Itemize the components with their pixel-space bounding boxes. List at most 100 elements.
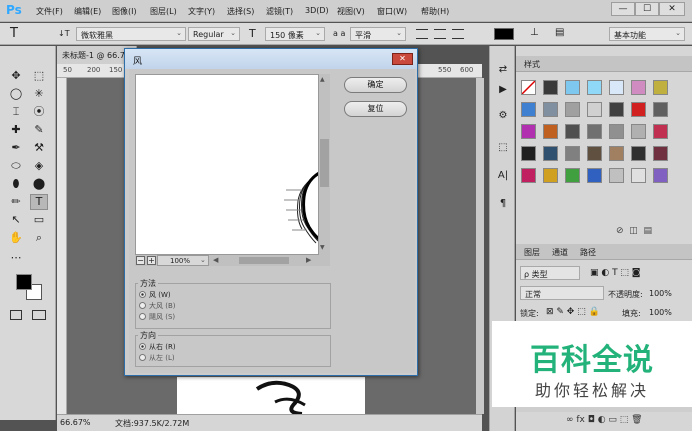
method-option-stagger[interactable]: 飓风 (S) <box>139 312 175 322</box>
preview-zoom-field[interactable]: 100% ⌄ <box>157 255 209 266</box>
history-icon[interactable]: ⇄ <box>494 62 512 78</box>
character-panel-icon[interactable]: ▤ <box>555 27 564 38</box>
workspace-select[interactable]: 基本功能 ⌄ <box>609 27 685 41</box>
tab-layers[interactable]: 图层 <box>524 247 540 258</box>
menu-view[interactable]: 视图(V) <box>337 6 365 17</box>
align-left-icon[interactable] <box>416 29 428 39</box>
scroll-right-icon[interactable]: ▶ <box>306 256 311 264</box>
minimize-button[interactable]: — <box>611 2 635 16</box>
method-option-wind[interactable]: 风 (W) <box>139 290 171 300</box>
maximize-button[interactable]: ☐ <box>635 2 659 16</box>
style-swatch[interactable] <box>565 146 580 161</box>
style-swatch[interactable] <box>609 168 624 183</box>
tab-paths[interactable]: 路径 <box>580 247 596 258</box>
stamp-tool-icon[interactable]: ✒ <box>7 140 25 156</box>
style-swatch[interactable] <box>653 102 668 117</box>
style-swatch[interactable] <box>543 168 558 183</box>
opacity-value[interactable]: 100% <box>649 289 672 298</box>
filter-preview[interactable] <box>135 74 319 255</box>
menu-image[interactable]: 图像(I) <box>112 6 137 17</box>
menu-3d[interactable]: 3D(D) <box>305 6 329 15</box>
zoom-out-button[interactable]: − <box>136 256 145 265</box>
dialog-titlebar[interactable]: 风 ✕ <box>125 49 417 69</box>
style-swatch[interactable] <box>653 168 668 183</box>
healing-tool-icon[interactable]: ✚ <box>7 122 25 138</box>
style-swatch[interactable] <box>653 80 668 95</box>
layers-footer-icons[interactable]: ∞ fx ◘ ◐ ▭ ⬚ 🗑 <box>566 415 643 425</box>
tab-channels[interactable]: 通道 <box>552 247 568 258</box>
warp-text-icon[interactable]: ⊥ <box>530 27 539 38</box>
fill-value[interactable]: 100% <box>649 308 672 317</box>
document-canvas[interactable] <box>177 377 365 416</box>
scroll-left-icon[interactable]: ◀ <box>213 256 218 264</box>
style-swatch[interactable] <box>631 124 646 139</box>
text-orientation-icon[interactable]: ↓T <box>58 29 70 38</box>
more-tools-icon[interactable]: ⋯ <box>7 250 25 266</box>
magic-wand-tool-icon[interactable]: ✳ <box>30 86 48 102</box>
style-swatch[interactable] <box>653 124 668 139</box>
align-center-icon[interactable] <box>434 29 446 39</box>
style-swatch[interactable] <box>631 168 646 183</box>
text-color-swatch[interactable] <box>494 28 514 40</box>
crop-tool-icon[interactable]: ⌶ <box>7 104 25 120</box>
style-swatch[interactable] <box>565 80 580 95</box>
dodge-tool-icon[interactable]: ⬤ <box>30 176 48 192</box>
style-swatch[interactable] <box>521 80 536 95</box>
menu-type[interactable]: 文字(Y) <box>188 6 215 17</box>
eyedropper-tool-icon[interactable]: ⦿ <box>30 104 48 120</box>
canvas-vertical-scrollbar[interactable] <box>476 78 484 414</box>
document-size-info[interactable]: 文档:937.5K/2.72M <box>115 418 189 429</box>
style-swatch[interactable] <box>521 146 536 161</box>
scroll-down-icon[interactable]: ▼ <box>320 244 325 251</box>
move-tool-icon[interactable]: ✥ <box>7 68 25 84</box>
style-swatch[interactable] <box>587 124 602 139</box>
paragraph-icon[interactable]: ¶ <box>494 196 512 212</box>
gradient-tool-icon[interactable]: ◈ <box>30 158 48 174</box>
menu-filter[interactable]: 滤镜(T) <box>266 6 293 17</box>
menu-layer[interactable]: 图层(L) <box>150 6 177 17</box>
character-icon[interactable]: A| <box>494 168 512 184</box>
blend-mode-select[interactable]: 正常 <box>520 286 604 300</box>
scrollbar-thumb[interactable] <box>320 139 329 187</box>
reset-button[interactable]: 复位 <box>344 101 407 117</box>
antialias-select[interactable]: 平滑 ⌄ <box>350 27 406 41</box>
brush-tool-icon[interactable]: ✎ <box>30 122 48 138</box>
style-swatch[interactable] <box>521 102 536 117</box>
preview-vertical-scrollbar[interactable]: ▲ ▼ <box>319 74 330 255</box>
zoom-in-button[interactable]: + <box>147 256 156 265</box>
properties-icon[interactable]: ⚙ <box>494 108 512 124</box>
style-swatch[interactable] <box>587 80 602 95</box>
type-tool-preset-icon[interactable]: T <box>10 26 18 41</box>
layer-kind-filter[interactable]: ρ 类型 <box>520 266 580 280</box>
foreground-color-swatch[interactable] <box>16 274 32 290</box>
menu-window[interactable]: 窗口(W) <box>377 6 407 17</box>
method-option-blast[interactable]: 大风 (B) <box>139 301 176 311</box>
style-swatch[interactable] <box>609 146 624 161</box>
zoom-level[interactable]: 66.67% <box>60 418 91 427</box>
marquee-tool-icon[interactable]: ⬚ <box>30 68 48 84</box>
layer-filter-icons[interactable]: ▣ ◐ T ⬚ ◙ <box>590 268 641 278</box>
font-family-select[interactable]: 微软雅黑 ⌄ <box>76 27 186 41</box>
lock-icons[interactable]: ⊠ ✎ ✥ ⬚ 🔒 <box>546 307 600 317</box>
ok-button[interactable]: 确定 <box>344 77 407 93</box>
style-swatch[interactable] <box>543 146 558 161</box>
styles-footer-icons[interactable]: ⊘ ◫ ▤ <box>616 226 652 236</box>
lasso-tool-icon[interactable]: ◯ <box>7 86 25 102</box>
style-swatch[interactable] <box>653 146 668 161</box>
direction-option-right[interactable]: 从右 (R) <box>139 342 176 352</box>
quick-mask-icon[interactable] <box>10 310 22 320</box>
style-swatch[interactable] <box>587 146 602 161</box>
menu-help[interactable]: 帮助(H) <box>421 6 449 17</box>
style-swatch[interactable] <box>521 168 536 183</box>
actions-play-icon[interactable]: ▶ <box>494 82 512 98</box>
menu-edit[interactable]: 编辑(E) <box>74 6 101 17</box>
style-swatch[interactable] <box>609 80 624 95</box>
style-swatch[interactable] <box>565 168 580 183</box>
horizontal-scrollbar-thumb[interactable] <box>239 257 289 264</box>
font-size-select[interactable]: 150 像素 ⌄ <box>265 27 325 41</box>
align-right-icon[interactable] <box>452 29 464 39</box>
dialog-close-button[interactable]: ✕ <box>392 53 413 65</box>
pen-tool-icon[interactable]: ✏ <box>7 194 25 210</box>
scroll-up-icon[interactable]: ▲ <box>320 76 325 83</box>
style-swatch[interactable] <box>543 102 558 117</box>
